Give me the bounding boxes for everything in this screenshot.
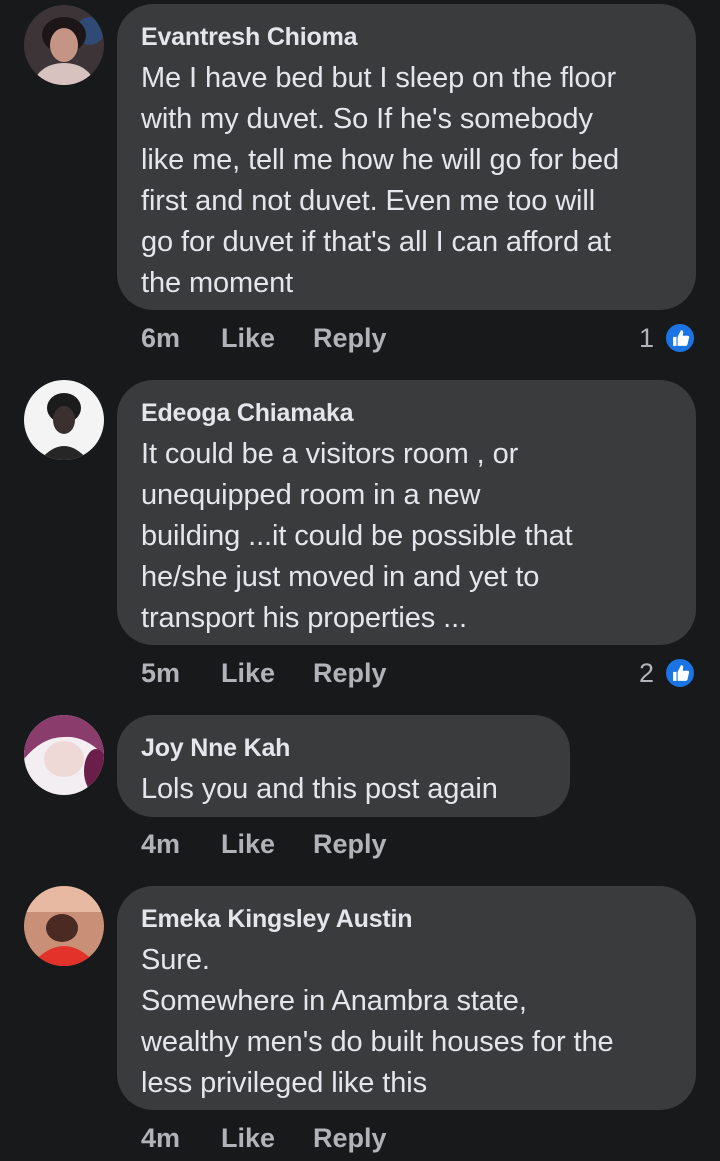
like-button[interactable]: Like — [221, 318, 275, 358]
reply-button[interactable]: Reply — [313, 1118, 387, 1158]
comment-bubble: Joy Nne Kah Lols you and this post again — [117, 715, 570, 817]
comment-text: Sure. Somewhere in Anambra state, wealth… — [141, 944, 614, 1099]
reaction-count: 2 — [638, 658, 654, 688]
comment-author[interactable]: Joy Nne Kah — [141, 733, 546, 763]
comment-text: It could be a visitors room , or unequip… — [141, 438, 573, 634]
comment-bubble: Emeka Kingsley Austin Sure. Somewhere in… — [117, 886, 696, 1110]
comment-bubble: Evantresh Chioma Me I have bed but I sle… — [117, 4, 696, 310]
reaction-count: 1 — [638, 323, 654, 353]
comment-author[interactable]: Emeka Kingsley Austin — [141, 904, 672, 934]
comment-text: Lols you and this post again — [141, 773, 498, 805]
avatar[interactable] — [24, 380, 104, 460]
reply-button[interactable]: Reply — [313, 318, 387, 358]
comment-time[interactable]: 4m — [141, 1118, 180, 1158]
comment-text: Me I have bed but I sleep on the floor w… — [141, 62, 620, 299]
comment-time[interactable]: 6m — [141, 318, 180, 358]
comment-time[interactable]: 5m — [141, 653, 180, 693]
thumbs-up-icon — [664, 657, 696, 689]
like-button[interactable]: Like — [221, 1118, 275, 1158]
reaction-summary[interactable]: 1 — [636, 318, 696, 358]
comment-author[interactable]: Evantresh Chioma — [141, 22, 672, 52]
avatar[interactable] — [24, 5, 104, 85]
like-button[interactable]: Like — [221, 824, 275, 864]
comment-time[interactable]: 4m — [141, 824, 180, 864]
like-button[interactable]: Like — [221, 653, 275, 693]
comment-author[interactable]: Edeoga Chiamaka — [141, 398, 672, 428]
avatar[interactable] — [24, 715, 104, 795]
comment-bubble: Edeoga Chiamaka It could be a visitors r… — [117, 380, 696, 645]
thumbs-up-icon — [664, 322, 696, 354]
avatar[interactable] — [24, 886, 104, 966]
reply-button[interactable]: Reply — [313, 653, 387, 693]
reply-button[interactable]: Reply — [313, 824, 387, 864]
reaction-summary[interactable]: 2 — [636, 653, 696, 693]
